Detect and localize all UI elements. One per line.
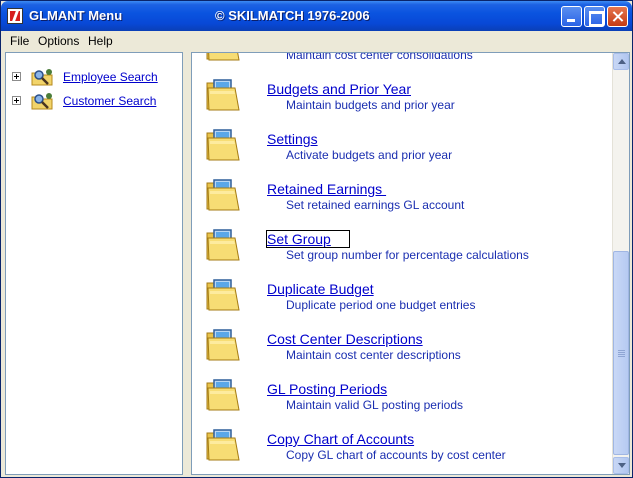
menu-entry[interactable]: Copy Chart of Accounts Copy GL chart of … — [192, 424, 612, 474]
entry-title-link[interactable]: Budgets and Prior Year — [267, 81, 411, 97]
tree-item-label[interactable]: Employee Search — [63, 70, 158, 84]
tree-item-label[interactable]: Customer Search — [63, 94, 156, 108]
menu-file[interactable]: File — [10, 34, 29, 48]
navigation-tree: Employee Search Customer Search — [5, 52, 183, 475]
entry-title-link[interactable]: Copy Chart of Accounts — [267, 431, 414, 447]
entry-description: Set group number for percentage calculat… — [286, 248, 529, 262]
entry-title-link[interactable]: Settings — [267, 131, 318, 147]
entry-title-link[interactable]: Set Group — [266, 230, 350, 248]
minimize-button[interactable] — [561, 6, 582, 27]
expand-icon[interactable] — [12, 96, 21, 105]
entry-description: Maintain budgets and prior year — [286, 98, 455, 112]
folder-computer-icon — [206, 429, 240, 461]
menu-entry[interactable]: Settings Activate budgets and prior year — [192, 124, 612, 174]
search-icon — [31, 69, 53, 86]
title-bar[interactable]: GLMANT Menu © SKILMATCH 1976-2006 — [1, 1, 632, 31]
entry-description: Maintain cost center consolidations — [286, 52, 473, 62]
scroll-down-button[interactable] — [613, 457, 629, 474]
vertical-scrollbar[interactable] — [612, 53, 629, 474]
folder-computer-icon — [206, 79, 240, 111]
close-button[interactable] — [607, 6, 628, 27]
menu-entry[interactable]: Duplicate Budget Duplicate period one bu… — [192, 274, 612, 324]
menu-entry[interactable]: Retained Earnings Set retained earnings … — [192, 174, 612, 224]
folder-computer-icon — [206, 129, 240, 161]
search-icon — [31, 93, 53, 110]
entry-title-link[interactable]: Retained Earnings — [267, 181, 386, 197]
menu-bar: File Options Help — [2, 31, 632, 50]
menu-entry[interactable]: Maintain cost center consolidations — [192, 52, 612, 74]
entry-description: Maintain cost center descriptions — [286, 348, 461, 362]
menu-entry[interactable]: Budgets and Prior Year Maintain budgets … — [192, 74, 612, 124]
entry-title-link[interactable]: GL Posting Periods — [267, 381, 387, 397]
menu-entry[interactable]: Set Group Set group number for percentag… — [192, 224, 612, 274]
entry-description: Maintain valid GL posting periods — [286, 398, 463, 412]
folder-computer-icon — [206, 53, 240, 61]
tree-item-employee-search[interactable]: Employee Search — [6, 66, 182, 88]
folder-computer-icon — [206, 329, 240, 361]
menu-help[interactable]: Help — [88, 34, 113, 48]
menu-list: Maintain cost center consolidations Budg… — [191, 52, 630, 475]
folder-computer-icon — [206, 279, 240, 311]
entry-description: Copy GL chart of accounts by cost center — [286, 448, 506, 462]
entry-description: Duplicate period one budget entries — [286, 298, 476, 312]
entry-description: Activate budgets and prior year — [286, 148, 453, 162]
folder-computer-icon — [206, 229, 240, 261]
pane-splitter[interactable] — [183, 52, 191, 475]
entry-description: Set retained earnings GL account — [286, 198, 465, 212]
scroll-up-button[interactable] — [613, 53, 629, 70]
menu-entry[interactable]: GL Posting Periods Maintain valid GL pos… — [192, 374, 612, 424]
copyright-text: © SKILMATCH 1976-2006 — [215, 8, 370, 23]
app-icon[interactable] — [7, 8, 23, 24]
glmant-window: GLMANT Menu © SKILMATCH 1976-2006 File O… — [0, 0, 633, 478]
expand-icon[interactable] — [12, 72, 21, 81]
tree-item-customer-search[interactable]: Customer Search — [6, 90, 182, 112]
maximize-button[interactable] — [584, 6, 605, 27]
entry-title-link[interactable]: Duplicate Budget — [267, 281, 374, 297]
menu-entry[interactable]: Cost Center Descriptions Maintain cost c… — [192, 324, 612, 374]
menu-options[interactable]: Options — [38, 34, 79, 48]
scroll-thumb[interactable] — [613, 251, 629, 455]
window-title: GLMANT Menu — [29, 8, 123, 23]
folder-computer-icon — [206, 379, 240, 411]
folder-computer-icon — [206, 179, 240, 211]
entry-title-link[interactable]: Cost Center Descriptions — [267, 331, 423, 347]
